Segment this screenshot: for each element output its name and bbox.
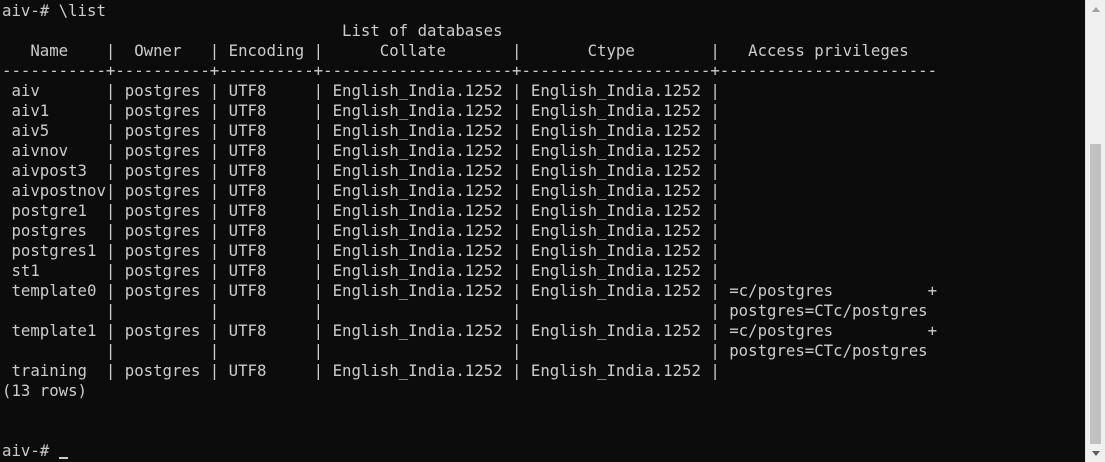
scrollbar-track[interactable]: [1086, 18, 1105, 444]
scroll-up-button[interactable]: [1086, 0, 1105, 18]
vertical-scrollbar[interactable]: [1085, 0, 1105, 462]
table-row: aiv1 | postgres | UTF8 | English_India.1…: [2, 101, 720, 120]
table-row: aiv5 | postgres | UTF8 | English_India.1…: [2, 121, 720, 140]
table-caption: List of databases: [2, 21, 503, 40]
terminal-output: aiv-# \list List of databases Name | Own…: [0, 0, 1085, 461]
command-line: aiv-# \list: [2, 1, 106, 20]
table-row-continuation: | | | | | postgres=CTc/postgres: [2, 301, 928, 320]
triangle-down-icon: [1091, 450, 1100, 456]
table-row: aivpostnov| postgres | UTF8 | English_In…: [2, 181, 720, 200]
triangle-up-icon: [1091, 6, 1100, 12]
scroll-down-button[interactable]: [1086, 444, 1105, 462]
text-cursor: [58, 457, 68, 459]
prompt-line[interactable]: aiv-#: [2, 441, 1085, 461]
table-separator: -----------+----------+----------+------…: [2, 61, 938, 80]
table-row: postgre1 | postgres | UTF8 | English_Ind…: [2, 201, 720, 220]
table-row: st1 | postgres | UTF8 | English_India.12…: [2, 261, 720, 280]
row-count: (13 rows): [2, 381, 88, 400]
table-row: template1 | postgres | UTF8 | English_In…: [2, 321, 938, 340]
table-row: postgres1 | postgres | UTF8 | English_In…: [2, 241, 720, 260]
prompt-text: aiv-#: [2, 441, 59, 460]
table-row: aivnov | postgres | UTF8 | English_India…: [2, 141, 720, 160]
table-row: training | postgres | UTF8 | English_Ind…: [2, 361, 720, 380]
table-row-continuation: | | | | | postgres=CTc/postgres: [2, 341, 928, 360]
table-row: template0 | postgres | UTF8 | English_In…: [2, 281, 938, 300]
table-row: postgres | postgres | UTF8 | English_Ind…: [2, 221, 720, 240]
table-row: aivpost3 | postgres | UTF8 | English_Ind…: [2, 161, 720, 180]
terminal-window[interactable]: aiv-# \list List of databases Name | Own…: [0, 0, 1085, 462]
table-row: aiv | postgres | UTF8 | English_India.12…: [2, 81, 720, 100]
scrollbar-thumb[interactable]: [1090, 144, 1101, 444]
table-header-row: Name | Owner | Encoding | Collate | Ctyp…: [2, 41, 909, 60]
